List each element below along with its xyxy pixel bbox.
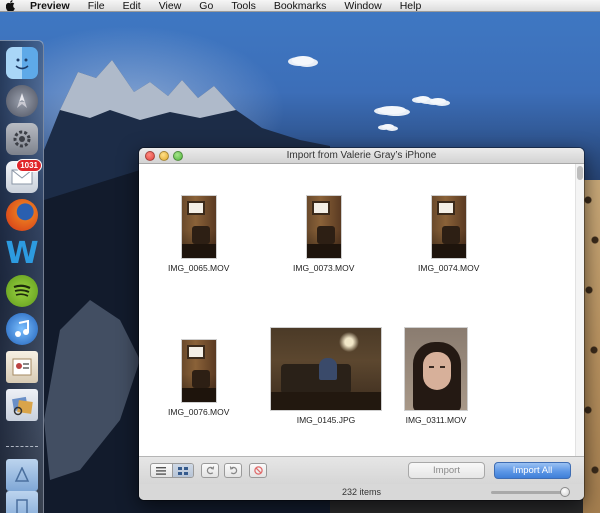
rotate-right-button[interactable] <box>224 463 242 478</box>
menu-go[interactable]: Go <box>199 0 213 12</box>
menu-help[interactable]: Help <box>400 0 422 12</box>
video-thumbnail <box>180 195 217 259</box>
item-filename: IMG_0145.JPG <box>296 415 356 425</box>
preview-icon <box>6 389 38 421</box>
close-window-button[interactable] <box>145 151 155 161</box>
window-title: Import from Valerie Gray’s iPhone <box>286 150 437 161</box>
menu-bar: Preview File Edit View Go Tools Bookmark… <box>0 0 600 12</box>
firefox-icon <box>6 199 38 231</box>
slider-knob[interactable] <box>560 487 571 497</box>
item-filename: IMG_0074.MOV <box>418 263 480 273</box>
mail-unread-badge: 1031 <box>16 159 42 172</box>
rotate-right-icon <box>229 466 237 475</box>
dock-item-firefox[interactable] <box>4 197 40 233</box>
documents-folder-icon <box>6 491 38 513</box>
item-filename: IMG_0073.MOV <box>293 263 355 273</box>
import-button[interactable]: Import <box>408 462 485 479</box>
zoom-window-button[interactable] <box>173 151 183 161</box>
no-delete-icon <box>253 466 263 475</box>
menu-bookmarks[interactable]: Bookmarks <box>274 0 327 12</box>
video-thumbnail <box>305 195 342 259</box>
video-thumbnail <box>180 339 217 403</box>
status-bar: 232 items <box>139 484 584 500</box>
menu-window[interactable]: Window <box>344 0 381 12</box>
dock-item-mail[interactable]: 1031 <box>4 159 42 195</box>
system-preferences-icon <box>6 123 38 155</box>
photo-thumbnail <box>270 327 382 411</box>
item-filename: IMG_0311.MOV <box>405 415 467 425</box>
thumbnail-size-slider[interactable] <box>491 487 571 497</box>
item-filename: IMG_0076.MOV <box>168 407 230 417</box>
word-w-icon: W <box>5 235 39 271</box>
dock-item-spotify[interactable] <box>4 273 40 309</box>
import-all-button[interactable]: Import All <box>494 462 571 479</box>
list-view-button[interactable] <box>151 464 172 477</box>
item-filename: IMG_0065.MOV <box>168 263 230 273</box>
applications-folder-icon <box>6 459 38 491</box>
dock-item-preview[interactable] <box>4 387 40 423</box>
dock-item-applications-folder[interactable] <box>4 457 40 493</box>
item-count: 232 items <box>341 487 382 497</box>
menu-edit[interactable]: Edit <box>123 0 141 12</box>
list-view-icon <box>156 466 167 475</box>
dock-item-contacts[interactable] <box>4 349 40 385</box>
dock-item-launchpad[interactable] <box>4 83 40 119</box>
icon-view-icon <box>177 466 188 475</box>
import-item[interactable]: IMG_0073.MOV <box>293 195 354 273</box>
menu-app-name[interactable]: Preview <box>30 0 70 12</box>
rotate-left-icon <box>206 466 214 475</box>
spotify-icon <box>6 275 38 307</box>
contacts-icon <box>6 351 38 383</box>
import-item[interactable]: IMG_0076.MOV <box>168 339 229 417</box>
dock-separator <box>6 446 38 450</box>
dock-item-documents-folder[interactable] <box>4 489 40 513</box>
scrollbar-thumb[interactable] <box>577 166 583 180</box>
import-item[interactable]: IMG_0065.MOV <box>168 195 229 273</box>
menu-file[interactable]: File <box>88 0 105 12</box>
wallpaper-leopard-edge <box>583 180 600 513</box>
vertical-scrollbar[interactable] <box>575 164 584 456</box>
delete-button[interactable] <box>249 463 267 478</box>
finder-icon <box>6 47 38 79</box>
apple-menu-icon[interactable] <box>6 0 18 12</box>
import-item[interactable]: IMG_0145.JPG <box>270 327 382 425</box>
import-item[interactable]: IMG_0311.MOV <box>404 327 468 425</box>
video-thumbnail <box>404 327 468 411</box>
rotate-left-button[interactable] <box>201 463 219 478</box>
import-window: Import from Valerie Gray’s iPhone IMG_00… <box>139 148 584 500</box>
dock-item-system-preferences[interactable] <box>4 121 40 157</box>
video-thumbnail <box>430 195 467 259</box>
view-mode-segmented-control <box>150 463 194 478</box>
menu-tools[interactable]: Tools <box>231 0 256 12</box>
launchpad-icon <box>6 85 38 117</box>
dock-item-itunes[interactable] <box>4 311 40 347</box>
menu-view[interactable]: View <box>159 0 182 12</box>
itunes-icon <box>6 313 38 345</box>
import-item[interactable]: IMG_0074.MOV <box>418 195 479 273</box>
import-toolbar: Import Import All <box>139 456 584 484</box>
dock-item-word-w[interactable]: W <box>4 235 40 271</box>
dock: 1031 W <box>0 40 44 513</box>
icon-view-button[interactable] <box>171 464 193 477</box>
minimize-window-button[interactable] <box>159 151 169 161</box>
dock-item-finder[interactable] <box>4 45 40 81</box>
import-grid: IMG_0065.MOV IMG_0073.MOV IMG_0074.MOV I… <box>139 164 584 456</box>
window-titlebar[interactable]: Import from Valerie Gray’s iPhone <box>139 148 584 164</box>
